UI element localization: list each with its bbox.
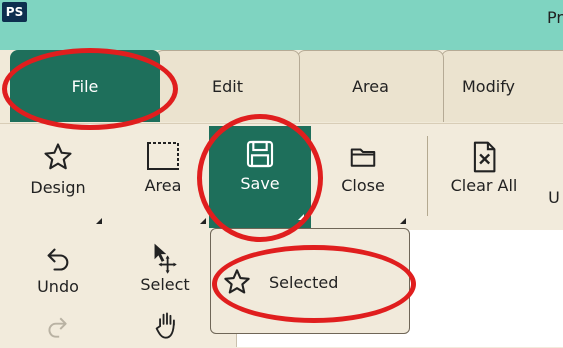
cut-off-ribbon-button[interactable]: U bbox=[546, 188, 562, 207]
redo-button[interactable] bbox=[42, 315, 72, 341]
annotation-circle-file bbox=[2, 48, 178, 130]
select-label: Select bbox=[140, 275, 190, 294]
undo-arrow-icon bbox=[47, 248, 69, 271]
design-button[interactable]: Design bbox=[24, 142, 92, 197]
redo-arrow-icon bbox=[48, 317, 67, 338]
pan-button[interactable] bbox=[152, 310, 182, 340]
star-outline-icon bbox=[44, 143, 72, 170]
close-dropdown-caret[interactable] bbox=[400, 218, 406, 224]
tab-label: Modify bbox=[462, 77, 516, 96]
tab-area[interactable]: Area bbox=[297, 50, 444, 122]
annotation-circle-save bbox=[197, 114, 323, 242]
dashed-rectangle-icon bbox=[147, 142, 179, 170]
annotation-circle-selected bbox=[212, 245, 416, 323]
clear-all-button[interactable]: Clear All bbox=[436, 140, 532, 195]
folder-icon bbox=[350, 148, 376, 167]
hand-icon bbox=[155, 312, 175, 339]
tab-label: Area bbox=[352, 77, 389, 96]
design-dropdown-caret[interactable] bbox=[96, 218, 102, 224]
undo-label: Undo bbox=[37, 277, 79, 296]
title-bar bbox=[0, 0, 563, 50]
area-dropdown-caret[interactable] bbox=[200, 218, 206, 224]
cut-off-label: U bbox=[548, 188, 560, 207]
area-button[interactable]: Area bbox=[130, 140, 196, 195]
close-label: Close bbox=[341, 176, 385, 195]
tab-modify[interactable]: Modify bbox=[441, 50, 563, 122]
arrow-move-icon bbox=[154, 243, 177, 274]
area-label: Area bbox=[144, 176, 182, 195]
design-label: Design bbox=[30, 178, 86, 197]
undo-button[interactable]: Undo bbox=[28, 245, 88, 296]
select-button[interactable]: Select bbox=[132, 241, 198, 294]
window-title: Pr bbox=[547, 8, 563, 27]
close-button[interactable]: Close bbox=[326, 142, 400, 195]
tab-label: Edit bbox=[212, 77, 243, 96]
document-x-icon bbox=[473, 141, 496, 173]
ribbon-separator bbox=[427, 136, 428, 216]
app-logo: PS bbox=[2, 2, 27, 22]
clear-all-label: Clear All bbox=[450, 176, 518, 195]
